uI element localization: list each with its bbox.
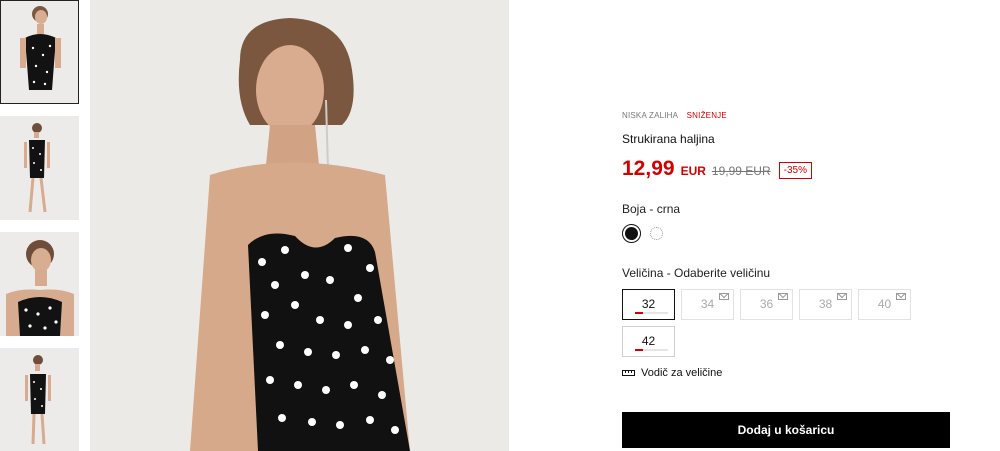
current-price: 12,99 xyxy=(622,157,675,180)
thumbnail-2[interactable] xyxy=(0,116,79,220)
size-separator: - xyxy=(663,266,675,280)
polka-dot-white-swatch-icon[interactable] xyxy=(647,224,666,243)
discount-badge: -35% xyxy=(778,162,812,179)
stock-level-bar xyxy=(635,312,668,314)
ruler-icon xyxy=(622,370,635,376)
size-value: 32 xyxy=(641,297,656,311)
mail-icon xyxy=(778,293,788,300)
size-option-38[interactable]: 38 xyxy=(799,289,852,320)
model-full-body-thumbnail-image xyxy=(0,116,79,220)
product-title: Strukirana haljina xyxy=(622,132,715,146)
selected-color: crna xyxy=(656,202,681,216)
size-guide-label: Vodič za veličine xyxy=(641,367,723,379)
size-value: 38 xyxy=(818,297,833,311)
swatch-white-dot xyxy=(650,227,663,240)
model-closeup-thumbnail-image xyxy=(0,232,79,336)
product-info-panel: NISKA ZALIHA SNIŽENJE Strukirana haljina… xyxy=(622,0,952,451)
add-to-cart-button[interactable]: Dodaj u košaricu xyxy=(622,412,950,448)
mail-icon xyxy=(837,293,847,300)
size-label-text: Veličina xyxy=(622,266,664,280)
size-value: 34 xyxy=(700,297,715,311)
model-thumbnail-image xyxy=(0,0,79,104)
thumbnail-3[interactable] xyxy=(0,232,79,336)
thumbnail-1[interactable] xyxy=(0,0,79,104)
low-stock-tag: NISKA ZALIHA xyxy=(622,111,679,120)
color-separator: - xyxy=(646,202,657,216)
mail-icon xyxy=(896,293,906,300)
swatch-black-dot xyxy=(625,227,638,240)
stock-level-fill xyxy=(635,349,644,351)
size-option-40[interactable]: 40 xyxy=(858,289,911,320)
size-prompt: Odaberite veličinu xyxy=(674,266,771,280)
model-back-thumbnail-image xyxy=(0,348,79,451)
price-row: 12,99 EUR 19,99 EUR -35% xyxy=(622,157,812,181)
size-option-32[interactable]: 32 xyxy=(622,289,675,320)
color-label-text: Boja xyxy=(622,202,647,216)
thumbnail-4[interactable] xyxy=(0,348,79,451)
polka-dot-black-swatch-icon[interactable] xyxy=(622,224,641,243)
old-price: 19,99 EUR xyxy=(711,164,771,178)
size-label: Veličina - Odaberite veličinu xyxy=(622,266,770,280)
mail-icon xyxy=(719,293,729,300)
color-label: Boja - crna xyxy=(622,202,680,216)
main-product-image[interactable] xyxy=(90,0,509,451)
price-currency: EUR xyxy=(680,164,706,178)
size-option-36[interactable]: 36 xyxy=(740,289,793,320)
stock-level-bar xyxy=(635,349,668,351)
stock-level-fill xyxy=(635,312,644,314)
sale-tag: SNIŽENJE xyxy=(686,111,727,120)
size-option-42[interactable]: 42 xyxy=(622,326,675,357)
thumbnail-gallery xyxy=(0,0,80,451)
color-swatches xyxy=(622,224,666,243)
size-value: 42 xyxy=(641,334,656,348)
product-tags: NISKA ZALIHA SNIŽENJE xyxy=(622,111,727,120)
size-guide-link[interactable]: Vodič za veličine xyxy=(622,367,722,379)
size-value: 36 xyxy=(759,297,774,311)
size-option-34[interactable]: 34 xyxy=(681,289,734,320)
size-value: 40 xyxy=(877,297,892,311)
model-in-polka-dot-dress-image xyxy=(90,0,509,451)
